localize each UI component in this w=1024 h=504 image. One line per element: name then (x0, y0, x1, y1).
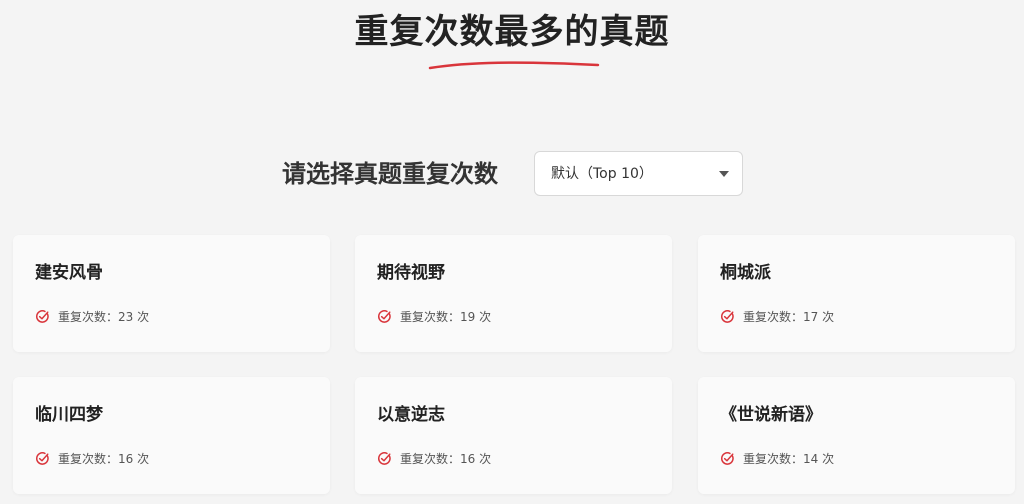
question-card[interactable]: 临川四梦 重复次数： 16 次 (13, 377, 330, 494)
repeat-count-label: 重复次数： (58, 309, 119, 324)
card-title: 期待视野 (377, 263, 445, 283)
card-title: 以意逆志 (377, 405, 445, 425)
question-card[interactable]: 《世说新语》 重复次数： 14 次 (698, 377, 1015, 494)
check-circle-icon (378, 451, 391, 465)
filter-row: 请选择真题重复次数 默认（Top 10） (0, 151, 1024, 198)
repeat-count-select[interactable]: 默认（Top 10） (534, 151, 743, 196)
repeat-count-value: 23 次 (118, 309, 150, 324)
check-circle-icon (36, 451, 49, 465)
select-value: 默认（Top 10） (551, 166, 653, 182)
chevron-down-icon (719, 171, 729, 177)
check-circle-icon (36, 309, 49, 323)
title-underline-decoration (428, 61, 600, 70)
card-meta: 重复次数： 14 次 (720, 449, 834, 467)
card-meta: 重复次数： 16 次 (35, 449, 149, 467)
repeat-count-label: 重复次数： (400, 451, 461, 466)
card-meta: 重复次数： 17 次 (720, 307, 834, 325)
card-meta: 重复次数： 19 次 (377, 307, 491, 325)
card-title: 建安风骨 (35, 263, 103, 283)
card-meta: 重复次数： 16 次 (377, 449, 491, 467)
card-title: 《世说新语》 (720, 405, 822, 425)
repeat-count-value: 16 次 (460, 451, 492, 466)
question-card[interactable]: 期待视野 重复次数： 19 次 (355, 235, 672, 352)
filter-label: 请选择真题重复次数 (282, 160, 498, 188)
check-circle-icon (721, 309, 734, 323)
repeat-count-value: 14 次 (803, 451, 835, 466)
repeat-count-value: 19 次 (460, 309, 492, 324)
question-card[interactable]: 桐城派 重复次数： 17 次 (698, 235, 1015, 352)
card-title: 临川四梦 (35, 405, 103, 425)
repeat-count-label: 重复次数： (743, 309, 804, 324)
question-card[interactable]: 建安风骨 重复次数： 23 次 (13, 235, 330, 352)
repeat-count-label: 重复次数： (58, 451, 119, 466)
card-meta: 重复次数： 23 次 (35, 307, 149, 325)
question-card[interactable]: 以意逆志 重复次数： 16 次 (355, 377, 672, 494)
repeat-count-value: 17 次 (803, 309, 835, 324)
repeat-count-value: 16 次 (118, 451, 150, 466)
repeat-count-label: 重复次数： (400, 309, 461, 324)
page-title: 重复次数最多的真题 (354, 12, 670, 52)
repeat-count-label: 重复次数： (743, 451, 804, 466)
check-circle-icon (721, 451, 734, 465)
check-circle-icon (378, 309, 391, 323)
card-title: 桐城派 (720, 263, 771, 283)
